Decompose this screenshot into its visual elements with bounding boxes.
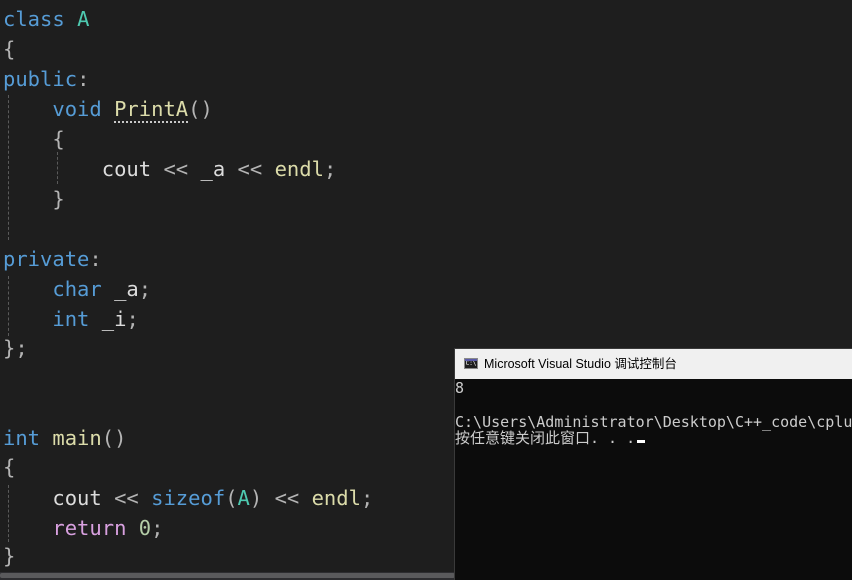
code-line: void PrintA() (3, 94, 213, 124)
access-specifier: private (3, 247, 90, 271)
code-line: char _a; (3, 274, 151, 304)
code-line: }; (3, 333, 28, 363)
code-line: cout << _a << endl; (3, 154, 337, 184)
semicolon: ; (151, 516, 164, 540)
console-titlebar[interactable]: C:\ Microsoft Visual Studio 调试控制台 (455, 349, 852, 379)
code-line: return 0; (3, 513, 163, 543)
scrollbar-thumb[interactable] (0, 573, 455, 578)
semicolon: ; (138, 277, 152, 301)
type-keyword: void (52, 97, 102, 121)
paren: ) (249, 486, 263, 510)
console-output[interactable]: 8 C:\Users\Administrator\Desktop\C++_cod… (455, 379, 852, 580)
code-line: cout << sizeof(A) << endl; (3, 483, 373, 513)
colon: : (77, 67, 90, 91)
parens: () (101, 426, 127, 450)
operator: << (237, 157, 263, 181)
code-line: { (3, 452, 15, 482)
identifier: _a (114, 277, 139, 301)
class-end: }; (3, 336, 28, 360)
colon: : (89, 247, 102, 271)
brace: { (3, 455, 16, 479)
type-keyword: int (52, 307, 90, 331)
code-line: int main() (3, 423, 126, 453)
paren: ( (225, 486, 238, 510)
brace: { (3, 37, 16, 61)
debug-console-window[interactable]: C:\ Microsoft Visual Studio 调试控制台 8 C:\U… (454, 348, 852, 580)
console-output-value: 8 (455, 379, 465, 397)
identifier: _i (101, 307, 127, 331)
semicolon: ; (323, 157, 337, 181)
identifier: _a (200, 157, 226, 181)
console-prompt-line: 按任意键关闭此窗口. . . (455, 429, 646, 447)
semicolon: ; (360, 486, 374, 510)
text-cursor (637, 440, 646, 443)
keyword: return (52, 516, 127, 540)
number: 0 (138, 516, 152, 540)
console-title: Microsoft Visual Studio 调试控制台 (484, 357, 677, 371)
code-line: { (3, 34, 15, 64)
brace: } (52, 187, 65, 211)
function-name: main (52, 426, 102, 450)
code-line: { (3, 124, 65, 154)
screen: class A { public: void PrintA() { cout <… (0, 0, 852, 580)
type-keyword: char (52, 277, 102, 301)
function-name[interactable]: PrintA (114, 97, 188, 121)
code-line: int _i; (3, 304, 139, 334)
parens: () (188, 97, 213, 121)
console-prompt: 按任意键关闭此窗口. . . (455, 429, 636, 447)
brace: { (52, 127, 65, 151)
operator: << (114, 486, 139, 510)
type-keyword: int (3, 426, 41, 450)
semicolon: ; (126, 307, 139, 331)
code-line: } (3, 184, 65, 214)
class-name: A (237, 486, 250, 510)
brace: } (3, 544, 16, 568)
code-line: class A (3, 4, 89, 34)
class-name: A (77, 7, 90, 31)
operator: << (274, 486, 300, 510)
identifier: endl (311, 486, 361, 510)
access-specifier: public (3, 67, 78, 91)
identifier: cout (52, 486, 102, 510)
operator: << (163, 157, 189, 181)
identifier: cout (101, 157, 152, 181)
code-line: private: (3, 244, 102, 274)
code-line: } (3, 541, 15, 571)
code-line: public: (3, 64, 89, 94)
keyword: class (3, 7, 65, 31)
identifier: endl (274, 157, 324, 181)
keyword: sizeof (151, 486, 226, 510)
console-app-icon: C:\ (464, 358, 478, 369)
